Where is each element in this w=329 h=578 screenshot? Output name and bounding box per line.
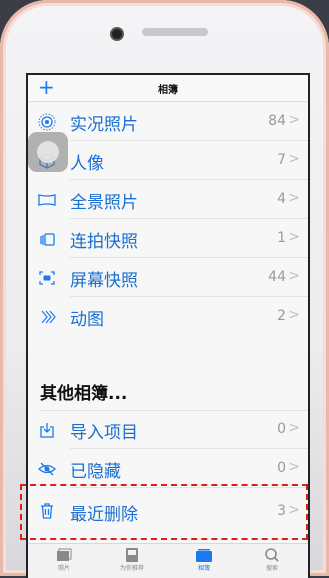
tab-bar: 照片 为你推荐 相簿 搜索 <box>28 543 308 578</box>
page-title: 相簿 <box>158 85 178 96</box>
album-label: 动图 <box>70 310 104 330</box>
tab-label: 相簿 <box>197 565 210 572</box>
album-count: 0 <box>277 421 286 437</box>
album-row-burst[interactable]: 连拍快照 1 > <box>28 219 308 258</box>
album-label: 人像 <box>70 154 104 174</box>
tab-label: 搜索 <box>265 565 278 572</box>
animated-icon <box>41 310 56 324</box>
album-label: 屏幕快照 <box>70 271 138 291</box>
chevron-right-icon: > <box>288 420 300 436</box>
other-albums-heading: 其他相簿... <box>40 384 128 404</box>
album-row-portrait[interactable]: 人像 7 > <box>28 141 308 180</box>
album-count: 84 <box>268 113 286 129</box>
album-count: 4 <box>277 191 286 207</box>
tab-label: 为你推荐 <box>119 565 144 572</box>
album-label: 连拍快照 <box>70 232 138 252</box>
tab-photos[interactable]: 照片 <box>38 548 90 572</box>
album-list: 实况照片 84 > 人像 7 > 全景照片 4 > 连拍快照 1 > 屏幕快照 … <box>28 102 308 336</box>
album-label: 全景照片 <box>70 193 138 213</box>
album-label: 已隐藏 <box>70 462 121 482</box>
import-icon <box>40 423 54 438</box>
tab-label: 照片 <box>57 565 70 572</box>
tab-search[interactable]: 搜索 <box>246 548 298 572</box>
album-count: 2 <box>277 308 286 324</box>
tab-albums[interactable]: 相簿 <box>178 548 230 572</box>
chevron-right-icon: > <box>288 268 300 284</box>
album-label: 实况照片 <box>70 115 138 135</box>
for-you-tab-icon <box>126 548 138 562</box>
chevron-right-icon: > <box>288 459 300 475</box>
album-row-imports[interactable]: 导入项目 0 > <box>28 410 308 449</box>
album-label: 导入项目 <box>70 423 138 443</box>
navigation-bar: + 相簿 <box>28 75 308 102</box>
album-count: 7 <box>277 152 286 168</box>
earpiece-speaker <box>142 28 208 36</box>
hidden-eye-icon <box>38 462 56 476</box>
tab-for-you[interactable]: 为你推荐 <box>106 548 158 572</box>
search-tab-icon <box>265 548 279 562</box>
album-count: 0 <box>277 460 286 476</box>
chevron-right-icon: > <box>288 151 300 167</box>
phone-frame: + 相簿 实况照片 84 > 人像 7 > 全景照片 4 > 连拍快照 1 > … <box>0 0 329 578</box>
assistive-touch-button[interactable] <box>28 132 68 172</box>
chevron-right-icon: > <box>288 190 300 206</box>
photos-tab-icon <box>57 548 72 561</box>
chevron-right-icon: > <box>288 112 300 128</box>
highlight-box <box>20 484 308 540</box>
album-row-screenshots[interactable]: 屏幕快照 44 > <box>28 258 308 297</box>
panorama-icon <box>38 194 56 206</box>
album-row-hidden[interactable]: 已隐藏 0 > <box>28 449 308 488</box>
album-row-animated[interactable]: 动图 2 > <box>28 297 308 336</box>
album-count: 1 <box>277 230 286 246</box>
screenshot-icon <box>39 271 55 285</box>
album-row-live-photos[interactable]: 实况照片 84 > <box>28 102 308 141</box>
chevron-right-icon: > <box>288 229 300 245</box>
live-photo-icon <box>38 113 56 131</box>
albums-tab-icon <box>196 549 212 562</box>
album-row-panorama[interactable]: 全景照片 4 > <box>28 180 308 219</box>
chevron-right-icon: > <box>288 307 300 323</box>
front-camera <box>112 29 122 39</box>
album-count: 44 <box>268 269 286 285</box>
burst-icon <box>40 233 55 246</box>
